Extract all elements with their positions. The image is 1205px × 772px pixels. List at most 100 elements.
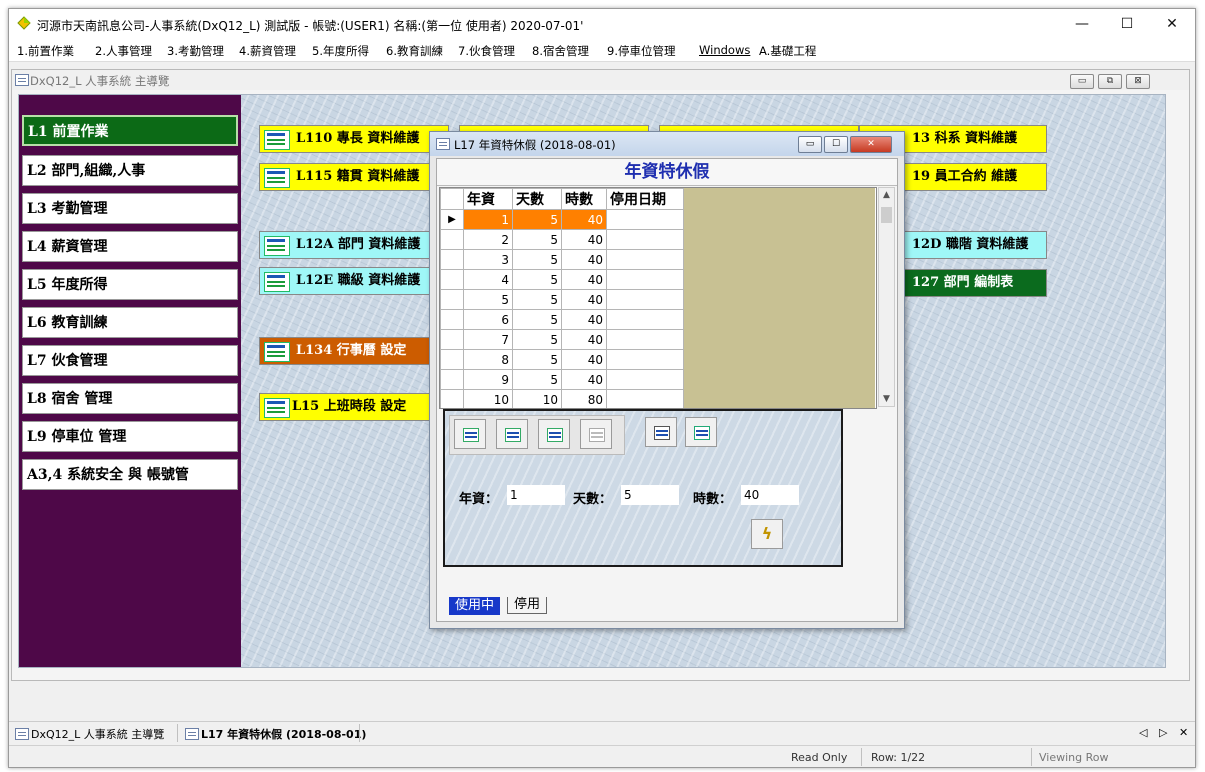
- table-row[interactable]: 8 5 40: [440, 349, 684, 370]
- tab-disabled[interactable]: 停用: [507, 597, 548, 614]
- menu-item-1[interactable]: 1.前置作業: [17, 43, 74, 59]
- close-button[interactable]: ✕: [1149, 9, 1195, 39]
- save-record-icon[interactable]: [538, 419, 570, 449]
- cell-seniority[interactable]: 8: [463, 349, 513, 370]
- nav-l7[interactable]: L7 伙食管理: [22, 345, 238, 376]
- grid-scrollbar[interactable]: ▲ ▼: [878, 187, 895, 407]
- menu-item-a[interactable]: A.基礎工程: [759, 43, 816, 59]
- tile-l110[interactable]: L110 專長 資料維護: [259, 125, 449, 153]
- print-icon[interactable]: [645, 417, 677, 447]
- table-row[interactable]: 2 5 40: [440, 229, 684, 250]
- cell-disabled-date[interactable]: [606, 249, 684, 270]
- table-row[interactable]: ▶ 1 5 40: [440, 209, 684, 230]
- task-prev-icon[interactable]: ◁: [1139, 726, 1147, 739]
- cell-days[interactable]: 5: [512, 349, 562, 370]
- mdi-minimize-button[interactable]: ▭: [1070, 74, 1094, 89]
- tile-l12a[interactable]: L12A 部門 資料維護: [259, 231, 449, 259]
- nav-l1[interactable]: L1 前置作業: [22, 115, 238, 146]
- cell-days[interactable]: 5: [512, 289, 562, 310]
- cell-disabled-date[interactable]: [606, 369, 684, 390]
- tile-l12e[interactable]: L12E 職級 資料維護: [259, 267, 449, 295]
- cell-hours[interactable]: 40: [561, 229, 607, 250]
- tab-active[interactable]: 使用中: [449, 597, 501, 615]
- minimize-button[interactable]: —: [1059, 9, 1105, 39]
- cell-hours[interactable]: 40: [561, 329, 607, 350]
- column-header[interactable]: 時數: [561, 188, 607, 210]
- menu-item-7[interactable]: 7.伙食管理: [458, 43, 515, 59]
- scroll-thumb[interactable]: [881, 207, 892, 223]
- column-header[interactable]: 年資: [463, 188, 513, 210]
- cell-seniority[interactable]: 1: [463, 209, 513, 230]
- task-next-icon[interactable]: ▷: [1159, 726, 1167, 739]
- cell-hours[interactable]: 40: [561, 209, 607, 230]
- dialog-minimize-button[interactable]: ▭: [798, 136, 822, 153]
- seniority-field[interactable]: [507, 485, 565, 505]
- cell-seniority[interactable]: 9: [463, 369, 513, 390]
- edit-record-icon[interactable]: [496, 419, 528, 449]
- cell-days[interactable]: 5: [512, 269, 562, 290]
- menu-item-9[interactable]: 9.停車位管理: [607, 43, 675, 59]
- cell-days[interactable]: 5: [512, 209, 562, 230]
- menu-item-8[interactable]: 8.宿舍管理: [532, 43, 589, 59]
- scroll-up-icon[interactable]: ▲: [879, 190, 894, 200]
- task-close-icon[interactable]: ✕: [1179, 726, 1188, 739]
- cell-seniority[interactable]: 10: [463, 389, 513, 408]
- cell-days[interactable]: 5: [512, 229, 562, 250]
- menu-item-2[interactable]: 2.人事管理: [95, 43, 152, 59]
- cell-days[interactable]: 10: [512, 389, 562, 408]
- cell-seniority[interactable]: 7: [463, 329, 513, 350]
- nav-a34[interactable]: A3,4 系統安全 與 帳號管: [22, 459, 238, 490]
- nav-l5[interactable]: L5 年度所得: [22, 269, 238, 300]
- lightning-icon[interactable]: ϟ: [751, 519, 783, 549]
- scroll-down-icon[interactable]: ▼: [879, 394, 894, 404]
- table-row[interactable]: 10 10 80: [440, 389, 684, 408]
- table-row[interactable]: 9 5 40: [440, 369, 684, 390]
- cell-hours[interactable]: 80: [561, 389, 607, 408]
- cell-seniority[interactable]: 5: [463, 289, 513, 310]
- data-grid[interactable]: 年資 天數 時數 停用日期 ▶ 1 5 40 2 5 40 3 5 40 4 5…: [439, 187, 877, 409]
- cell-seniority[interactable]: 2: [463, 229, 513, 250]
- menu-item-3[interactable]: 3.考勤管理: [167, 43, 224, 59]
- cell-hours[interactable]: 40: [561, 249, 607, 270]
- menu-item-4[interactable]: 4.薪資管理: [239, 43, 296, 59]
- task-main-navigator[interactable]: DxQ12_L 人事系統 主導覽: [31, 726, 164, 742]
- cell-disabled-date[interactable]: [606, 349, 684, 370]
- add-record-icon[interactable]: [454, 419, 486, 449]
- menu-item-windows[interactable]: Windows: [699, 43, 750, 57]
- menu-item-6[interactable]: 6.教育訓練: [386, 43, 443, 59]
- cell-disabled-date[interactable]: [606, 229, 684, 250]
- cell-seniority[interactable]: 4: [463, 269, 513, 290]
- dialog-close-button[interactable]: ✕: [850, 136, 892, 153]
- cell-disabled-date[interactable]: [606, 209, 684, 230]
- table-row[interactable]: 5 5 40: [440, 289, 684, 310]
- cell-days[interactable]: 5: [512, 329, 562, 350]
- column-header[interactable]: 天數: [512, 188, 562, 210]
- table-row[interactable]: 4 5 40: [440, 269, 684, 290]
- table-row[interactable]: 6 5 40: [440, 309, 684, 330]
- tile-l134[interactable]: L134 行事曆 設定: [259, 337, 449, 365]
- mdi-close-button[interactable]: ⊠: [1126, 74, 1150, 89]
- cell-days[interactable]: 5: [512, 369, 562, 390]
- column-header[interactable]: 停用日期: [606, 188, 684, 210]
- hours-field[interactable]: [741, 485, 799, 505]
- delete-record-icon[interactable]: [580, 419, 612, 449]
- cell-hours[interactable]: 40: [561, 289, 607, 310]
- maximize-button[interactable]: ☐: [1104, 9, 1150, 39]
- nav-l9[interactable]: L9 停車位 管理: [22, 421, 238, 452]
- cell-hours[interactable]: 40: [561, 369, 607, 390]
- mdi-restore-button[interactable]: ⧉: [1098, 74, 1122, 89]
- nav-l6[interactable]: L6 教育訓練: [22, 307, 238, 338]
- cell-disabled-date[interactable]: [606, 389, 684, 408]
- menu-item-5[interactable]: 5.年度所得: [312, 43, 369, 59]
- dialog-maximize-button[interactable]: ☐: [824, 136, 848, 153]
- exit-icon[interactable]: [685, 417, 717, 447]
- cell-seniority[interactable]: 6: [463, 309, 513, 330]
- cell-days[interactable]: 5: [512, 309, 562, 330]
- cell-disabled-date[interactable]: [606, 329, 684, 350]
- cell-disabled-date[interactable]: [606, 309, 684, 330]
- tile-l115[interactable]: L115 籍貫 資料維護: [259, 163, 449, 191]
- days-field[interactable]: [621, 485, 679, 505]
- cell-seniority[interactable]: 3: [463, 249, 513, 270]
- nav-l4[interactable]: L4 薪資管理: [22, 231, 238, 262]
- nav-l3[interactable]: L3 考勤管理: [22, 193, 238, 224]
